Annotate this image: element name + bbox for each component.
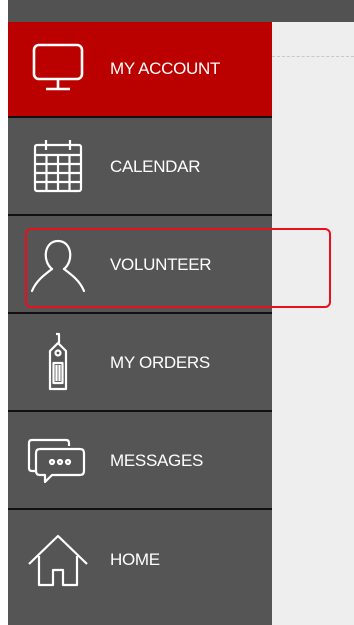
sidebar-item-label: CALENDAR xyxy=(110,157,201,176)
sidebar-item-label: HOME xyxy=(110,550,160,569)
price-tag-icon xyxy=(26,331,90,395)
person-icon xyxy=(26,233,90,297)
calendar-icon xyxy=(26,135,90,199)
sidebar-item-label: MY ACCOUNT xyxy=(110,59,221,78)
home-icon xyxy=(26,528,90,592)
sidebar-item-messages[interactable]: MESSAGES xyxy=(8,414,272,510)
app-page: MY ACCOUNT CALENDAR VOLUNTEER MY ORDERS … xyxy=(0,0,354,625)
sidebar-item-home[interactable]: HOME xyxy=(8,512,272,608)
sidebar-item-label: MESSAGES xyxy=(110,451,204,470)
sidebar-nav: MY ACCOUNT CALENDAR VOLUNTEER MY ORDERS … xyxy=(8,22,272,625)
sidebar-item-label: MY ORDERS xyxy=(110,353,210,372)
dashed-divider xyxy=(272,56,354,57)
sidebar-item-volunteer[interactable]: VOLUNTEER xyxy=(8,218,272,314)
chat-bubbles-icon xyxy=(26,429,90,493)
top-bar xyxy=(8,0,354,22)
sidebar-item-calendar[interactable]: CALENDAR xyxy=(8,120,272,216)
monitor-icon xyxy=(26,37,90,101)
sidebar-item-my-orders[interactable]: MY ORDERS xyxy=(8,316,272,412)
main-content xyxy=(272,22,354,625)
sidebar-item-my-account[interactable]: MY ACCOUNT xyxy=(8,22,272,118)
sidebar-item-label: VOLUNTEER xyxy=(110,255,212,274)
